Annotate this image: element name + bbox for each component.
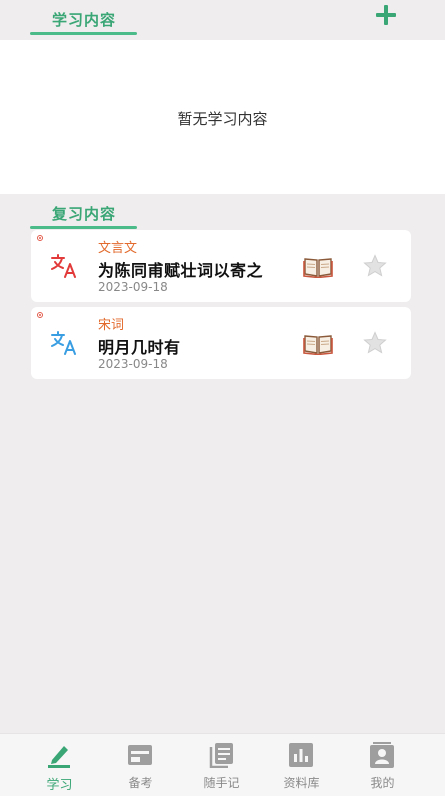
- learn-section-underline: [30, 32, 137, 35]
- review-card[interactable]: 文言文 为陈同甫赋壮词以寄之 2023-09-18: [31, 230, 411, 302]
- tab-label: 随手记: [203, 776, 240, 790]
- translate-icon: [51, 254, 76, 278]
- tab-study[interactable]: 学习: [15, 734, 104, 796]
- review-section-header: 复习内容: [0, 194, 445, 234]
- book-icon[interactable]: [303, 331, 333, 355]
- card-title: 为陈同甫赋壮词以寄之: [98, 261, 264, 280]
- learn-section-header: 学习内容: [0, 0, 445, 40]
- card-icon: [128, 745, 152, 765]
- tab-notes[interactable]: 随手记: [177, 734, 266, 796]
- tab-label: 资料库: [283, 776, 320, 790]
- bottom-tab-bar: 学习 备考 随手记 资料库 我的: [0, 733, 445, 796]
- contact-icon: [370, 742, 394, 768]
- review-card[interactable]: 宋词 明月几时有 2023-09-18: [31, 307, 411, 379]
- tab-label: 备考: [128, 776, 153, 790]
- card-date: 2023-09-18: [98, 357, 168, 371]
- learn-content-panel: 暂无学习内容: [0, 40, 445, 194]
- unread-dot-icon: [37, 312, 43, 318]
- tab-library[interactable]: 资料库: [257, 734, 346, 796]
- review-section-title: 复习内容: [52, 205, 117, 223]
- card-date: 2023-09-18: [98, 280, 168, 294]
- translate-icon: [51, 331, 76, 355]
- empty-learning-text: 暂无学习内容: [177, 110, 268, 128]
- notes-icon: [209, 743, 233, 768]
- review-section-underline: [30, 226, 137, 229]
- unread-dot-icon: [37, 235, 43, 241]
- pencil-icon: [48, 746, 70, 768]
- learn-section-title: 学习内容: [52, 11, 117, 29]
- tab-label: 我的: [370, 776, 395, 790]
- star-icon[interactable]: [363, 254, 387, 278]
- tab-label: 学习: [46, 778, 73, 793]
- star-icon[interactable]: [363, 331, 387, 355]
- card-category: 宋词: [98, 318, 125, 333]
- book-icon[interactable]: [303, 254, 333, 278]
- card-title: 明月几时有: [98, 338, 181, 357]
- card-category: 文言文: [98, 241, 138, 256]
- add-learning-button[interactable]: [375, 4, 397, 26]
- chart-icon: [289, 743, 313, 767]
- tab-profile[interactable]: 我的: [338, 734, 427, 796]
- tab-exam-prep[interactable]: 备考: [96, 734, 185, 796]
